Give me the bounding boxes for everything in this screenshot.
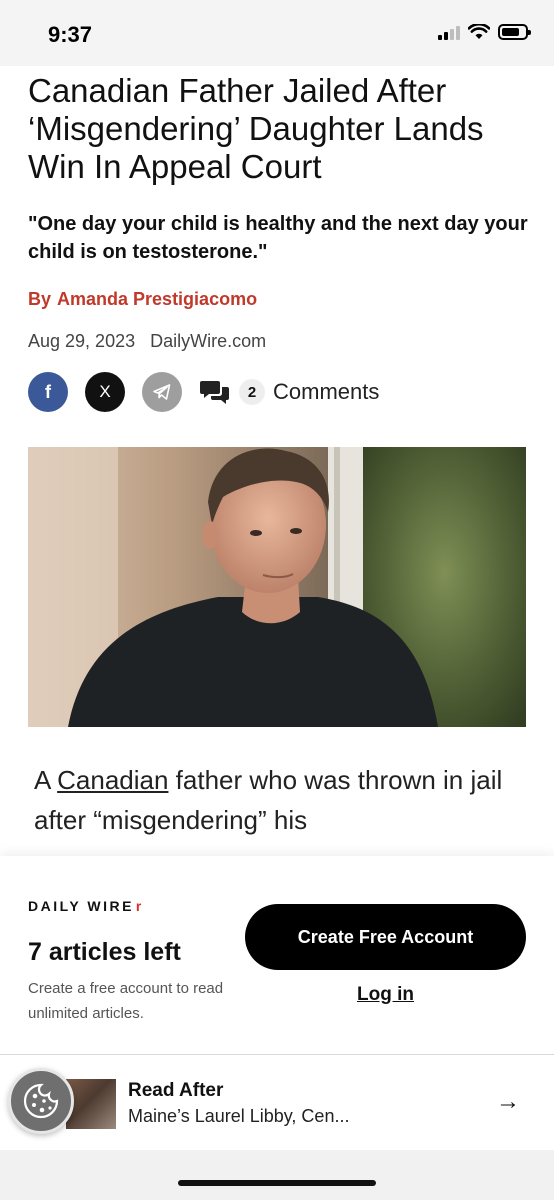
body-text-before: A (34, 765, 58, 795)
arrow-right-icon[interactable]: → (496, 1088, 520, 1116)
author-link[interactable]: Amanda Prestigiacomo (57, 289, 257, 309)
byline-prefix: By (28, 289, 52, 309)
x-icon: X (99, 382, 111, 401)
byline: By Amanda Prestigiacomo (28, 289, 257, 310)
create-free-account-button[interactable]: Create Free Account (245, 904, 526, 970)
status-bar: 9:37 (0, 0, 554, 66)
battery-icon (498, 24, 531, 40)
article-hero-image (28, 447, 526, 727)
cookie-settings-button[interactable] (8, 1068, 74, 1134)
article-headline: Canadian Father Jailed After ‘Misgenderi… (28, 72, 484, 185)
source-name: DailyWire.com (150, 331, 267, 351)
status-time: 9:37 (48, 22, 93, 47)
cookie-icon (23, 1083, 59, 1119)
comment-count-badge: 2 (239, 379, 265, 405)
comments-link[interactable]: Comments (273, 379, 379, 405)
home-indicator-area (0, 1150, 554, 1200)
share-row: f X 2 Comments (28, 372, 379, 412)
article-subhead: "One day your child is healthy and the n… (28, 213, 528, 263)
logo-text: DAILY WIRE (28, 898, 134, 914)
comments-icon[interactable] (199, 376, 231, 408)
read-after-title: Read After (128, 1080, 224, 1101)
facebook-icon: f (45, 381, 51, 402)
facebook-share-button[interactable]: f (28, 372, 68, 412)
publish-date: Aug 29, 2023 (28, 331, 136, 351)
home-indicator[interactable] (178, 1180, 376, 1186)
wifi-icon (468, 24, 490, 39)
article-body-paragraph: A Canadian father who was thrown in jail… (34, 760, 529, 840)
body-link-canadian[interactable]: Canadian (57, 765, 168, 795)
daily-wire-logo: DAILY WIRE r (28, 898, 144, 914)
paywall-note: Create a free account to read unlimited … (28, 980, 224, 1022)
x-share-button[interactable]: X (85, 372, 125, 412)
status-icons (438, 24, 531, 40)
article-meta: Aug 29, 2023 DailyWire.com (28, 331, 266, 352)
logo-mark-icon: r (135, 898, 144, 914)
read-after-headline[interactable]: Maine’s Laurel Libby, Cen... (128, 1106, 349, 1127)
telegram-share-button[interactable] (142, 372, 182, 412)
articles-left-count: 7 articles left (28, 938, 181, 966)
cellular-signal-icon (438, 24, 460, 40)
login-link[interactable]: Log in (245, 984, 526, 1006)
telegram-icon (153, 384, 171, 400)
